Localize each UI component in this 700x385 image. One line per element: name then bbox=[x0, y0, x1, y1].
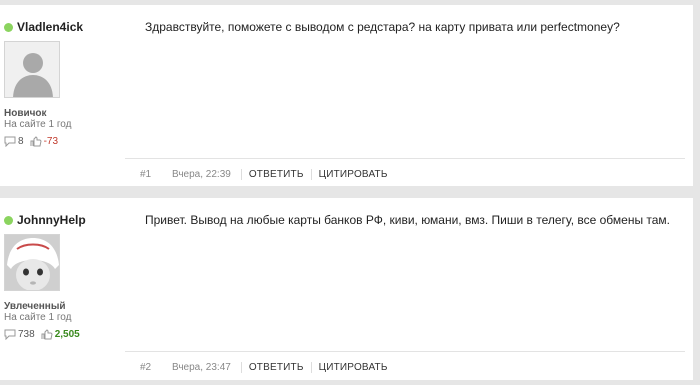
user-rank: Увлеченный bbox=[4, 301, 66, 312]
avatar[interactable] bbox=[4, 41, 60, 98]
member-since: На сайте 1 год bbox=[4, 312, 72, 323]
user-stats: 8 -73 bbox=[4, 136, 58, 147]
forum-post: Vladlen4ick Новичок На сайте 1 год 8 -73… bbox=[0, 5, 693, 186]
baby-photo-avatar bbox=[5, 235, 59, 290]
username[interactable]: Vladlen4ick bbox=[17, 20, 83, 34]
user-stats: 738 2,505 bbox=[4, 329, 80, 340]
quote-button[interactable]: ЦИТИРОВАТЬ bbox=[310, 362, 395, 373]
avatar[interactable] bbox=[4, 234, 60, 291]
post-message: Привет. Вывод на любые карты банков РФ, … bbox=[145, 213, 671, 227]
messages-icon bbox=[4, 136, 16, 147]
messages-count: 738 bbox=[18, 329, 35, 340]
post-message: Здравствуйте, поможете с выводом с редст… bbox=[145, 20, 620, 34]
post-date: Вчера, 23:47 bbox=[172, 362, 231, 373]
username-row: Vladlen4ick bbox=[4, 20, 83, 34]
reputation-value: 2,505 bbox=[54, 329, 80, 340]
online-status-icon bbox=[4, 22, 13, 32]
username[interactable]: JohnnyHelp bbox=[17, 213, 86, 227]
reply-button[interactable]: ОТВЕТИТЬ bbox=[240, 169, 311, 180]
online-status-icon bbox=[4, 215, 13, 225]
post-number[interactable]: #2 bbox=[140, 362, 172, 373]
post-footer: #1 Вчера, 22:39 ОТВЕТИТЬ ЦИТИРОВАТЬ bbox=[125, 158, 685, 189]
post-date: Вчера, 22:39 bbox=[172, 169, 231, 180]
quote-button[interactable]: ЦИТИРОВАТЬ bbox=[310, 169, 395, 180]
reputation-icon bbox=[30, 136, 42, 147]
messages-icon bbox=[4, 329, 16, 340]
member-since: На сайте 1 год bbox=[4, 119, 72, 130]
post-number[interactable]: #1 bbox=[140, 169, 172, 180]
user-rank: Новичок bbox=[4, 108, 47, 119]
forum-post: JohnnyHelp Увлеченный На сайте 1 год 738 bbox=[0, 198, 693, 380]
username-row: JohnnyHelp bbox=[4, 213, 86, 227]
reputation-value: -73 bbox=[43, 136, 59, 147]
reply-button[interactable]: ОТВЕТИТЬ bbox=[240, 362, 311, 373]
reputation-icon bbox=[41, 329, 53, 340]
messages-count: 8 bbox=[18, 136, 24, 147]
default-avatar-icon bbox=[5, 42, 59, 97]
post-footer: #2 Вчера, 23:47 ОТВЕТИТЬ ЦИТИРОВАТЬ bbox=[125, 351, 685, 382]
